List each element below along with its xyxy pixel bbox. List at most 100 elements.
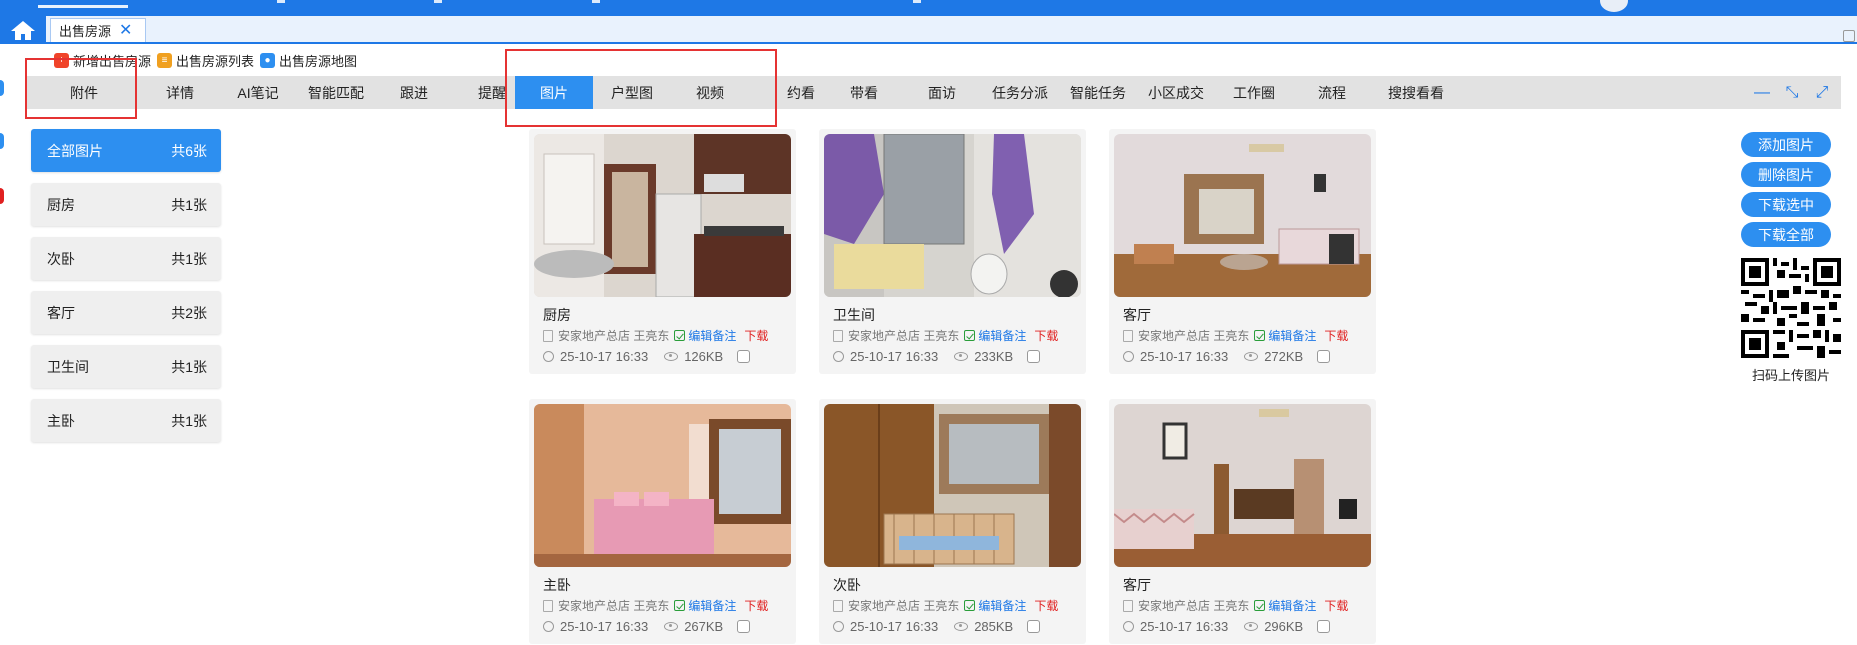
- download-link[interactable]: 下载: [1034, 327, 1058, 344]
- tab-sale-listings[interactable]: 出售房源 ✕: [50, 18, 146, 42]
- delete-photo-button[interactable]: 删除图片: [1741, 162, 1831, 187]
- tab-community-deals[interactable]: 小区成交: [1137, 76, 1215, 109]
- room-photo[interactable]: [824, 134, 1081, 297]
- edit-note-link[interactable]: 编辑备注: [688, 597, 736, 614]
- quick-link-list[interactable]: ≡ 出售房源列表: [157, 51, 254, 70]
- photo-size: 126KB: [684, 349, 724, 364]
- eye-icon: [1244, 352, 1259, 361]
- category-count: 共1张: [171, 250, 207, 267]
- photo-meta: 安家地产总店 王亮东 编辑备注 下载: [543, 327, 768, 344]
- room-photo[interactable]: [534, 134, 791, 297]
- category-second-bedroom[interactable]: 次卧 共1张: [31, 237, 221, 280]
- category-living-room[interactable]: 客厅 共2张: [31, 291, 221, 334]
- tab-follow-up[interactable]: 跟进: [375, 76, 453, 109]
- photo-card: 次卧 安家地产总店 王亮东 编辑备注 下载 25-10-17 16:33 285…: [819, 399, 1086, 644]
- room-photo[interactable]: [534, 404, 791, 567]
- select-checkbox[interactable]: [1317, 350, 1331, 363]
- tab-smart-match[interactable]: 智能匹配: [297, 76, 375, 109]
- photo-title: 主卧: [543, 577, 571, 593]
- select-checkbox[interactable]: [1027, 620, 1041, 633]
- select-checkbox[interactable]: [1027, 350, 1041, 363]
- category-bathroom[interactable]: 卫生间 共1张: [31, 345, 221, 388]
- photo-uploader: 安家地产总店 王亮东: [1138, 599, 1250, 613]
- download-selected-button[interactable]: 下载选中: [1741, 192, 1831, 217]
- eye-icon: [954, 352, 969, 361]
- download-all-button[interactable]: 下载全部: [1741, 222, 1831, 247]
- module-tab-bar: 附件 详情 AI笔记 智能匹配 跟进 提醒 图片 户型图 视频 约看 带看 面访…: [27, 76, 1841, 109]
- edit-note-link[interactable]: 编辑备注: [1268, 597, 1316, 614]
- highlight-box: [505, 49, 777, 127]
- select-checkbox[interactable]: [737, 350, 751, 363]
- edit-note-link[interactable]: 编辑备注: [688, 327, 736, 344]
- photo-time: 25-10-17 16:33: [560, 349, 649, 364]
- eye-icon: [664, 352, 679, 361]
- room-photo[interactable]: [1114, 134, 1371, 297]
- quick-link-map[interactable]: ● 出售房源地图: [260, 51, 357, 70]
- window-tab-bar: 出售房源 ✕: [0, 16, 1857, 44]
- tab-smart-tasks[interactable]: 智能任务: [1059, 76, 1137, 109]
- photo-meta: 安家地产总店 王亮东 编辑备注 下载: [1123, 597, 1348, 614]
- side-toolbar-dot[interactable]: [0, 133, 4, 149]
- settings-toggle-icon[interactable]: [1843, 30, 1855, 42]
- expand-icon[interactable]: ⤢: [1813, 84, 1831, 102]
- photo-stats: 25-10-17 16:33 233KB: [833, 349, 1041, 364]
- photo-card: 客厅 安家地产总店 王亮东 编辑备注 下载 25-10-17 16:33 272…: [1109, 129, 1376, 374]
- download-link[interactable]: 下载: [1324, 327, 1348, 344]
- download-link[interactable]: 下载: [744, 597, 768, 614]
- minimize-icon[interactable]: —: [1753, 84, 1771, 102]
- clock-icon: [543, 351, 554, 362]
- close-icon[interactable]: ✕: [119, 22, 132, 39]
- select-checkbox[interactable]: [737, 620, 751, 633]
- eye-icon: [1244, 622, 1259, 631]
- side-toolbar-dot[interactable]: [0, 188, 4, 204]
- category-master-bedroom[interactable]: 主卧 共1张: [31, 399, 221, 442]
- tab-ai-notes[interactable]: AI笔记: [219, 76, 297, 109]
- document-icon: [1123, 599, 1133, 612]
- edit-note-link[interactable]: 编辑备注: [978, 327, 1026, 344]
- home-icon: [11, 21, 35, 40]
- download-link[interactable]: 下载: [1034, 597, 1058, 614]
- tab-details[interactable]: 详情: [141, 76, 219, 109]
- photo-card: 客厅 安家地产总店 王亮东 编辑备注 下载 25-10-17 16:33 296…: [1109, 399, 1376, 644]
- category-all-photos[interactable]: 全部图片 共6张: [31, 129, 221, 172]
- tab-work-circle[interactable]: 工作圈: [1215, 76, 1293, 109]
- photo-size: 296KB: [1264, 619, 1304, 634]
- qr-upload-label: 扫码上传图片: [1751, 368, 1830, 383]
- header-nav-mark[interactable]: [277, 0, 285, 3]
- download-link[interactable]: 下载: [744, 327, 768, 344]
- edit-icon: [964, 330, 976, 341]
- collapse-icon[interactable]: ⤡: [1783, 84, 1801, 102]
- home-button[interactable]: [0, 16, 46, 44]
- tab-interviews[interactable]: 面访: [903, 76, 981, 109]
- edit-note-link[interactable]: 编辑备注: [1268, 327, 1316, 344]
- category-count: 共1张: [171, 412, 207, 429]
- photo-time: 25-10-17 16:33: [1140, 619, 1229, 634]
- photo-card: 卫生间 安家地产总店 王亮东 编辑备注 下载 25-10-17 16:33 23…: [819, 129, 1086, 374]
- document-icon: [833, 329, 843, 342]
- user-avatar[interactable]: [1600, 0, 1628, 12]
- header-nav-mark[interactable]: [434, 0, 442, 3]
- eye-icon: [664, 622, 679, 631]
- tab-appointments[interactable]: 约看: [776, 76, 826, 109]
- room-photo[interactable]: [824, 404, 1081, 567]
- tab-search-browse[interactable]: 搜搜看看: [1371, 76, 1461, 109]
- photo-size: 272KB: [1264, 349, 1304, 364]
- category-kitchen[interactable]: 厨房 共1张: [31, 183, 221, 226]
- select-checkbox[interactable]: [1317, 620, 1331, 633]
- add-photo-button[interactable]: 添加图片: [1741, 132, 1831, 157]
- category-label: 卫生间: [47, 358, 89, 375]
- tab-workflow[interactable]: 流程: [1293, 76, 1371, 109]
- photo-uploader: 安家地产总店 王亮东: [558, 329, 670, 343]
- header-nav-mark[interactable]: [913, 0, 921, 3]
- category-count: 共1张: [171, 358, 207, 375]
- photo-meta: 安家地产总店 王亮东 编辑备注 下载: [833, 597, 1058, 614]
- clock-icon: [833, 621, 844, 632]
- download-link[interactable]: 下载: [1324, 597, 1348, 614]
- edit-note-link[interactable]: 编辑备注: [978, 597, 1026, 614]
- header-nav-mark[interactable]: [592, 0, 600, 3]
- quick-link-label: 出售房源列表: [176, 53, 255, 69]
- side-toolbar-dot[interactable]: [0, 80, 4, 96]
- tab-showings[interactable]: 带看: [825, 76, 903, 109]
- tab-task-assign[interactable]: 任务分派: [981, 76, 1059, 109]
- room-photo[interactable]: [1114, 404, 1371, 567]
